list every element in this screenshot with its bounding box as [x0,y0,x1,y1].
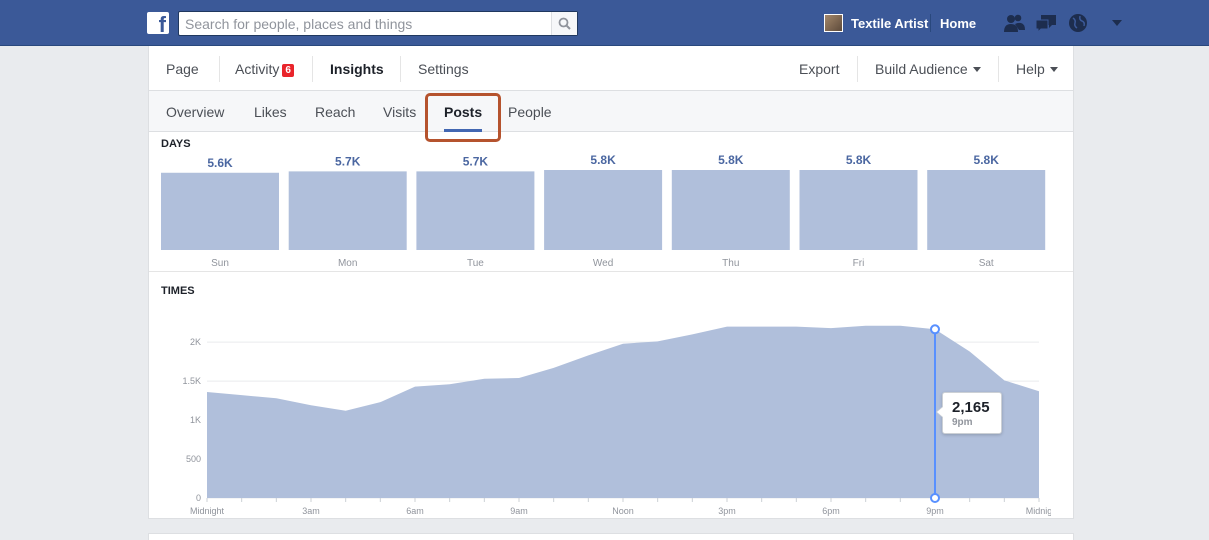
day-bar [161,172,279,250]
search-box [178,11,578,36]
chevron-down-icon [972,67,981,72]
x-axis-tick-label: Midnig [1026,506,1051,516]
insights-panel: Page Activity 6 Insights Settings Export … [148,46,1074,519]
tab-overview[interactable]: Overview [166,104,224,120]
facebook-logo-icon[interactable]: f [147,12,169,34]
x-axis-tick-label: 9pm [926,506,944,516]
x-axis-tick-label: 3pm [718,506,736,516]
build-audience-label: Build Audience [875,61,968,77]
tooltip-value: 2,165 [952,399,990,416]
page-name-link[interactable]: Textile Artist [851,16,928,31]
search-button[interactable] [551,12,577,35]
day-bar [927,170,1046,250]
home-link[interactable]: Home [940,16,976,31]
x-axis-tick-label: 6pm [822,506,840,516]
account-menu-caret-icon[interactable] [1112,20,1122,26]
y-axis-tick-label: 1.5K [182,376,201,386]
divider [998,56,999,82]
days-section-label: DAYS [161,138,191,150]
notifications-globe-icon[interactable] [1066,12,1090,34]
day-axis-label: Mon [338,258,357,269]
nav-item-page[interactable]: Page [166,61,199,77]
divider [149,271,1073,272]
nav-item-activity[interactable]: Activity 6 [235,61,294,77]
x-axis-tick-label: 9am [510,506,528,516]
day-bar-value-label: 5.8K [590,153,616,167]
x-axis-tick-label: Noon [612,506,634,516]
x-axis-tick-label: 6am [406,506,424,516]
activity-count-badge: 6 [282,64,294,77]
day-bar [288,171,407,250]
search-icon [558,17,571,30]
insights-tabs: Overview Likes Reach Visits Posts People [149,91,1073,132]
x-axis-tick-label: Midnight [190,506,225,516]
day-bar [671,170,790,250]
y-axis-tick-label: 0 [196,493,201,503]
day-bar-value-label: 5.8K [718,153,744,167]
day-bar-value-label: 5.7K [335,154,361,168]
export-button[interactable]: Export [799,61,839,77]
times-area-series [207,325,1039,498]
build-audience-menu[interactable]: Build Audience [875,61,981,77]
nav-item-settings[interactable]: Settings [418,61,469,77]
day-bar-value-label: 5.7K [463,154,489,168]
day-axis-label: Tue [467,258,484,269]
day-axis-label: Wed [593,258,613,269]
days-bar-chart: 5.6K Sun 5.7K Mon 5.7K Tue 5.8K Wed 5.8K Thu 5.8K F… [161,153,1046,269]
divider [930,14,931,32]
divider [312,56,313,82]
day-axis-label: Thu [722,258,739,269]
day-bar-value-label: 5.6K [207,156,233,170]
nav-item-insights[interactable]: Insights [330,61,384,77]
tooltip-label: 9pm [952,417,973,428]
divider [219,56,220,82]
divider [400,56,401,82]
next-card [148,533,1074,540]
search-input[interactable] [179,12,549,35]
chart-tooltip: 2,165 9pm [936,392,1002,434]
times-area-chart: 0 500 1K 1.5K 2K Midnight 3am 6am 9am Noon 3pm 6pm 9… [182,324,1051,516]
day-bar [799,170,918,250]
messages-icon[interactable] [1034,12,1058,34]
tab-people[interactable]: People [508,104,552,120]
help-menu[interactable]: Help [1016,61,1058,77]
tab-visits[interactable]: Visits [383,104,416,120]
friend-requests-icon[interactable] [1002,12,1026,34]
page-navigation: Page Activity 6 Insights Settings Export … [149,46,1073,91]
y-axis-tick-label: 1K [190,415,201,425]
highlight-annotation-box [425,93,501,142]
chevron-down-icon [1049,67,1058,72]
top-navigation-bar: f Textile Artist Home [0,0,1209,46]
help-label: Help [1016,61,1045,77]
tab-likes[interactable]: Likes [254,104,287,120]
day-bar-value-label: 5.8K [974,153,1000,167]
tab-reach[interactable]: Reach [315,104,355,120]
times-section-label: TIMES [161,285,195,297]
page-avatar[interactable] [824,14,843,32]
hover-baseline-point [930,493,940,503]
nav-item-activity-label: Activity [235,61,280,77]
day-axis-label: Sat [979,258,994,269]
day-bar-value-label: 5.8K [846,153,872,167]
day-axis-label: Sun [211,258,229,269]
divider [857,56,858,82]
day-bar [416,171,535,250]
day-axis-label: Fri [853,258,865,269]
day-bar [544,170,663,250]
hover-point [930,324,940,335]
y-axis-tick-label: 500 [186,454,201,464]
x-axis-tick-label: 3am [302,506,320,516]
y-axis-tick-label: 2K [190,337,201,347]
